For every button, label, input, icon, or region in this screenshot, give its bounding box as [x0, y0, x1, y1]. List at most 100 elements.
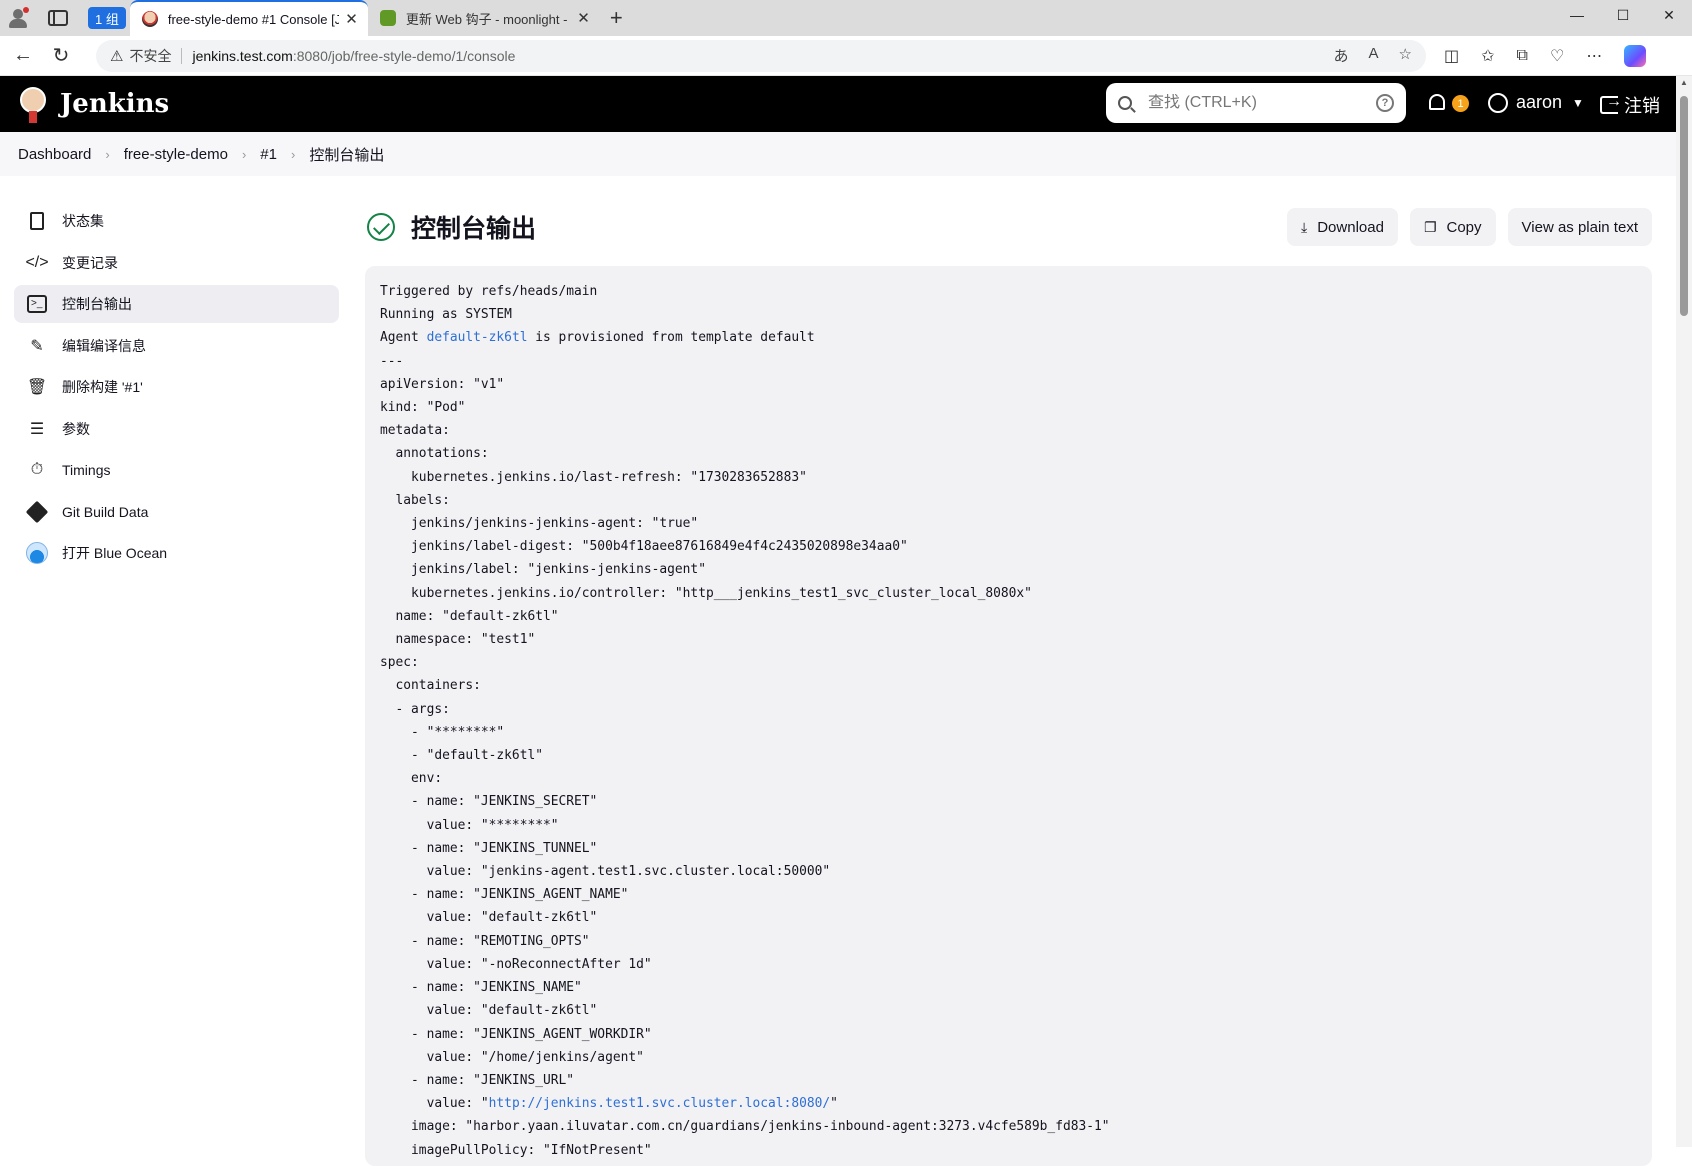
- logout-button[interactable]: 注销: [1600, 92, 1660, 118]
- breadcrumb: Dashboard › free-style-demo › #1 › 控制台输出: [0, 132, 1676, 176]
- sidebar-item-changes[interactable]: </> 变更记录: [14, 244, 339, 282]
- jenkins-favicon-icon: [141, 11, 158, 27]
- console-line: imagePullPolicy: "IfNotPresent": [380, 1142, 652, 1158]
- sidebar-item-label: 编辑编译信息: [62, 337, 146, 354]
- copy-label: Copy: [1446, 218, 1482, 236]
- console-text: Triggered by refs/heads/main Running as …: [380, 280, 1637, 1162]
- address-bar-actions: あ A ☆: [1334, 45, 1426, 66]
- breadcrumb-chevron-icon: ›: [105, 146, 110, 162]
- maximize-icon[interactable]: ☐: [1600, 0, 1646, 30]
- sidebar-item-timings[interactable]: ⏱ Timings: [14, 451, 339, 489]
- back-icon[interactable]: ←: [8, 41, 38, 71]
- jenkins-logo-icon[interactable]: [18, 85, 48, 123]
- sidebar-item-label: Git Build Data: [62, 503, 149, 520]
- new-tab-icon[interactable]: +: [610, 5, 623, 31]
- breadcrumb-chevron-icon: ›: [241, 146, 247, 162]
- download-label: Download: [1317, 218, 1384, 236]
- split-screen-icon[interactable]: ◫: [1444, 46, 1459, 66]
- close-tab-icon[interactable]: ✕: [345, 10, 358, 28]
- profile-icon[interactable]: [6, 6, 30, 30]
- logout-icon: [1600, 93, 1622, 114]
- favorites-icon[interactable]: ✩: [1481, 46, 1494, 66]
- search-box[interactable]: ?: [1106, 83, 1406, 123]
- vertical-scrollbar[interactable]: ▲: [1676, 76, 1692, 1147]
- search-input[interactable]: [1148, 94, 1376, 112]
- security-label[interactable]: 不安全: [129, 46, 171, 66]
- sidebar-item-blue-ocean[interactable]: 打开 Blue Ocean: [14, 534, 339, 572]
- copy-icon: ❐: [1423, 218, 1437, 235]
- main-content: 控制台输出 ⤓ Download ❐ Copy View as plain te…: [365, 202, 1652, 1166]
- console-line: Triggered by refs/heads/main: [380, 284, 598, 299]
- copilot-icon[interactable]: [1624, 44, 1647, 67]
- jenkins-header: Jenkins ? 1 aaron ▼ 注销: [0, 76, 1676, 132]
- chevron-down-icon: ▼: [1572, 95, 1584, 110]
- collections-icon[interactable]: ⧉: [1517, 47, 1528, 65]
- download-button[interactable]: ⤓ Download: [1287, 208, 1398, 246]
- sidebar-item-label: 控制台输出: [62, 296, 132, 312]
- breadcrumb-build[interactable]: #1: [260, 146, 277, 163]
- favorite-star-icon[interactable]: ☆: [1399, 45, 1412, 66]
- performance-icon[interactable]: ♡: [1550, 46, 1564, 66]
- scroll-up-icon[interactable]: ▲: [1680, 78, 1688, 87]
- help-icon[interactable]: ?: [1376, 94, 1394, 112]
- trash-icon: 🗑: [26, 379, 48, 396]
- scrollbar-thumb[interactable]: [1680, 96, 1688, 316]
- minimize-icon[interactable]: —: [1554, 0, 1600, 30]
- tab-group-chip[interactable]: 1 组: [88, 7, 126, 29]
- address-bar[interactable]: ⚠ 不安全 jenkins.test.com:8080/job/free-sty…: [96, 39, 1426, 72]
- tab-title: 更新 Web 钩子 - moonlight - Gitea: [405, 11, 571, 27]
- refresh-icon[interactable]: ↻: [46, 41, 76, 71]
- console-pod-yaml: --- apiVersion: "v1" kind: "Pod" metadat…: [380, 353, 1032, 1088]
- sidebar-item-status[interactable]: 状态集: [14, 202, 339, 240]
- sidebar-item-delete-build[interactable]: 🗑 删除构建 '#1': [14, 368, 339, 406]
- bell-icon: [1429, 94, 1445, 110]
- tab-actions-icon[interactable]: [48, 10, 68, 26]
- sidebar-item-label: 删除构建 '#1': [62, 379, 143, 395]
- sidebar-item-git-build-data[interactable]: Git Build Data: [14, 493, 339, 531]
- more-menu-icon[interactable]: ⋯: [1586, 46, 1602, 66]
- console-line-pre: Agent: [380, 330, 427, 346]
- edit-icon: ✎: [30, 337, 44, 355]
- gitea-favicon-icon: [379, 10, 396, 26]
- console-line-post: ": [830, 1096, 838, 1112]
- search-icon: [1118, 96, 1132, 110]
- breadcrumb-console[interactable]: 控制台输出: [309, 144, 384, 165]
- sidebar-item-label: 状态集: [62, 213, 104, 229]
- console-output[interactable]: Triggered by refs/heads/main Running as …: [365, 266, 1652, 1166]
- browser-tab-gitea[interactable]: 更新 Web 钩子 - moonlight - Gitea ✕: [368, 0, 600, 36]
- sidebar-item-edit-build-info[interactable]: ✎ 编辑编译信息: [14, 327, 339, 365]
- close-window-icon[interactable]: ✕: [1646, 0, 1692, 30]
- browser-tab-jenkins[interactable]: free-style-demo #1 Console [Jenkins] ✕: [129, 0, 368, 36]
- stopwatch-icon: ⏱: [30, 461, 44, 478]
- jenkins-url-link[interactable]: http://jenkins.test1.svc.cluster.local:8…: [489, 1096, 830, 1111]
- jenkins-brand[interactable]: Jenkins: [60, 89, 169, 119]
- success-check-icon: [367, 213, 395, 241]
- logout-label: 注销: [1624, 96, 1660, 116]
- view-plain-text-button[interactable]: View as plain text: [1507, 208, 1652, 246]
- warning-icon[interactable]: ⚠: [110, 47, 123, 65]
- sidebar: 状态集 </> 变更记录 >_ 控制台输出 ✎ 编辑编译信息 🗑 删除构建 '#…: [14, 202, 339, 576]
- view-plain-text-label: View as plain text: [1521, 218, 1638, 236]
- breadcrumb-dashboard[interactable]: Dashboard: [18, 146, 91, 163]
- user-menu[interactable]: aaron ▼: [1488, 92, 1584, 113]
- copy-button[interactable]: ❐ Copy: [1409, 208, 1496, 246]
- agent-link[interactable]: default-zk6tl: [427, 330, 528, 345]
- read-aloud-icon[interactable]: A: [1369, 45, 1379, 66]
- page-header: 控制台输出 ⤓ Download ❐ Copy View as plain te…: [365, 202, 1652, 252]
- translate-icon[interactable]: あ: [1334, 45, 1349, 66]
- git-icon: [25, 500, 49, 523]
- sidebar-item-console[interactable]: >_ 控制台输出: [14, 285, 339, 323]
- sidebar-item-label: 变更记录: [62, 254, 118, 271]
- sidebar-item-parameters[interactable]: ☰ 参数: [14, 410, 339, 448]
- close-tab-icon[interactable]: ✕: [577, 9, 590, 27]
- notifications-button[interactable]: 1: [1426, 93, 1469, 115]
- sidebar-item-label: 参数: [62, 420, 90, 437]
- browser-toolbar: ← ↻ ⚠ 不安全 jenkins.test.com:8080/job/free…: [0, 36, 1692, 76]
- sliders-icon: ☰: [29, 420, 45, 438]
- breadcrumb-job[interactable]: free-style-demo: [124, 146, 228, 163]
- terminal-icon: >_: [26, 293, 48, 315]
- window-controls: — ☐ ✕: [1554, 0, 1692, 30]
- console-line-pre: value: ": [380, 1096, 489, 1112]
- tab-title: free-style-demo #1 Console [Jenkins]: [167, 11, 340, 27]
- notification-badge: 1: [1452, 95, 1469, 112]
